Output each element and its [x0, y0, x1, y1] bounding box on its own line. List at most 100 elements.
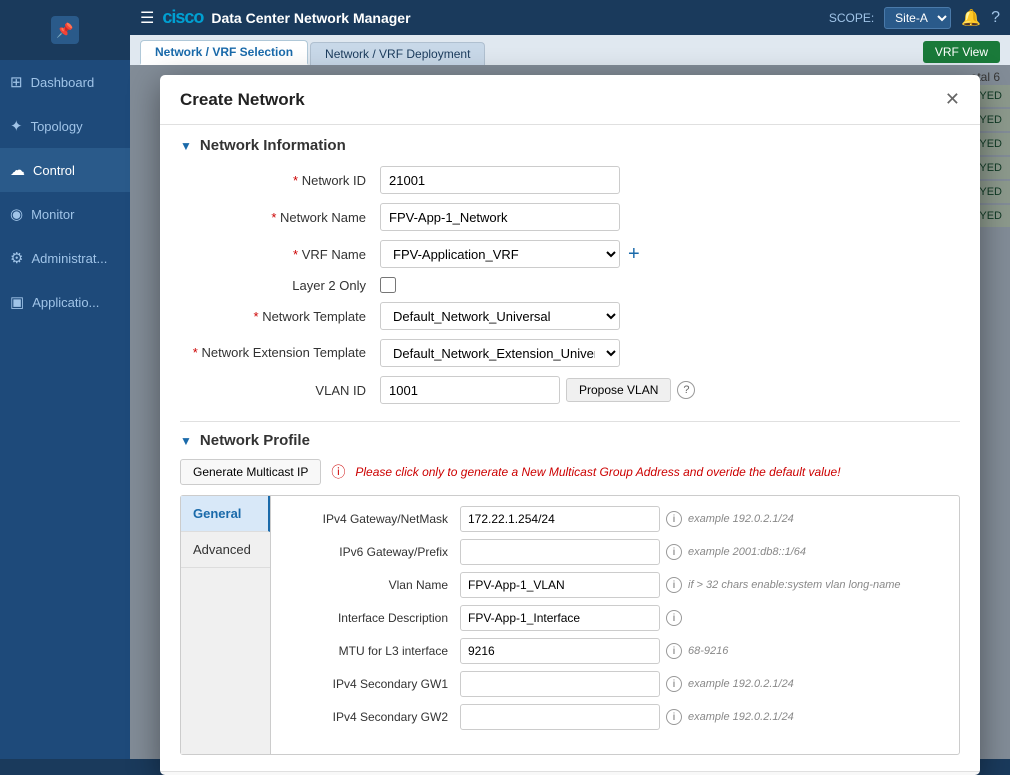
network-information-title: Network Information	[200, 137, 346, 154]
ipv4-gateway-info-icon[interactable]: i	[666, 511, 682, 527]
profile-tab-content: IPv4 Gateway/NetMask i example 192.0.2.1…	[271, 496, 959, 754]
ipv6-gateway-info-icon[interactable]: i	[666, 544, 682, 560]
network-extension-template-select[interactable]: Default_Network_Extension_Univer	[380, 339, 620, 367]
network-profile-title: Network Profile	[200, 432, 310, 449]
vlan-name-row: Vlan Name i if > 32 chars enable:system …	[285, 572, 945, 598]
app-title: Data Center Network Manager	[211, 10, 410, 26]
ipv6-gateway-row: IPv6 Gateway/Prefix i example 2001:db8::…	[285, 539, 945, 565]
warning-icon: ⓘ	[331, 462, 345, 482]
ipv4-secondary-gw1-label: IPv4 Secondary GW1	[285, 677, 460, 691]
hamburger-icon[interactable]: ☰	[140, 8, 154, 28]
vrf-name-label: * VRF Name	[180, 247, 380, 262]
vrf-name-select[interactable]: FPV-Application_VRF	[380, 240, 620, 268]
topbar: ☰ cisco Data Center Network Manager SCOP…	[130, 0, 1010, 35]
layer2-only-label: Layer 2 Only	[180, 278, 380, 293]
tab-network-vrf-deployment[interactable]: Network / VRF Deployment	[310, 42, 485, 65]
mtu-row: MTU for L3 interface i 68-9216	[285, 638, 945, 664]
vrf-name-select-wrap: FPV-Application_VRF +	[380, 240, 642, 268]
interface-description-input[interactable]	[460, 605, 660, 631]
ipv4-secondary-gw1-info-icon[interactable]: i	[666, 676, 682, 692]
layer2-only-checkbox[interactable]	[380, 277, 396, 293]
profile-tab-advanced[interactable]: Advanced	[181, 532, 270, 568]
interface-description-info-icon[interactable]: i	[666, 610, 682, 626]
vlan-id-wrap: Propose VLAN ?	[380, 376, 695, 404]
admin-icon: ⚙	[10, 249, 23, 267]
bell-icon[interactable]: 🔔	[961, 8, 981, 28]
sidebar-item-dashboard[interactable]: ⊞ Dashboard	[0, 60, 130, 104]
vlan-id-input[interactable]	[380, 376, 560, 404]
vlan-name-input[interactable]	[460, 572, 660, 598]
modal-footer: Create Network	[160, 771, 980, 775]
scope-select[interactable]: Site-A	[884, 7, 951, 29]
network-profile-header: ▼ Network Profile	[180, 432, 960, 449]
sidebar-item-applications[interactable]: ▣ Applicatio...	[0, 280, 130, 324]
modal-overlay: Create Network ✕ ▼ Network Information *…	[130, 65, 1010, 759]
sidebar-item-admin[interactable]: ⚙ Administrat...	[0, 236, 130, 280]
network-name-input[interactable]	[380, 203, 620, 231]
interface-description-label: Interface Description	[285, 611, 460, 625]
propose-vlan-button[interactable]: Propose VLAN	[566, 378, 671, 402]
dashboard-icon: ⊞	[10, 73, 23, 91]
profile-content: General Advanced IPv4 Gateway/NetMask i …	[180, 495, 960, 755]
ipv4-secondary-gw2-info-icon[interactable]: i	[666, 709, 682, 725]
ipv6-gateway-input[interactable]	[460, 539, 660, 565]
sidebar: 📌 ⊞ Dashboard ✦ Topology ☁ Control ◉ Mon…	[0, 0, 130, 759]
vrf-name-row: * VRF Name FPV-Application_VRF +	[180, 240, 960, 268]
network-profile-section: ▼ Network Profile Generate Multicast IP …	[160, 422, 980, 771]
ipv4-gateway-row: IPv4 Gateway/NetMask i example 192.0.2.1…	[285, 506, 945, 532]
network-template-select[interactable]: Default_Network_Universal	[380, 302, 620, 330]
sidebar-logo-area: 📌	[0, 0, 130, 60]
network-template-row: * Network Template Default_Network_Unive…	[180, 302, 960, 330]
modal-title: Create Network	[180, 90, 305, 110]
layer2-only-row: Layer 2 Only	[180, 277, 960, 293]
mtu-input[interactable]	[460, 638, 660, 664]
vlan-help-icon[interactable]: ?	[677, 381, 695, 399]
cisco-icon: cisco	[162, 7, 203, 28]
vlan-id-row: VLAN ID Propose VLAN ?	[180, 376, 960, 404]
modal: Create Network ✕ ▼ Network Information *…	[160, 75, 980, 775]
ipv4-gateway-label: IPv4 Gateway/NetMask	[285, 512, 460, 526]
profile-tab-general[interactable]: General	[181, 496, 270, 532]
mtu-label: MTU for L3 interface	[285, 644, 460, 658]
pin-icon: 📌	[51, 16, 79, 44]
sidebar-item-control[interactable]: ☁ Control	[0, 148, 130, 192]
vlan-name-hint: if > 32 chars enable:system vlan long-na…	[688, 579, 900, 591]
network-id-label: * Network ID	[180, 173, 380, 188]
help-icon[interactable]: ?	[991, 9, 1000, 27]
control-icon: ☁	[10, 161, 25, 179]
sidebar-item-monitor[interactable]: ◉ Monitor	[0, 192, 130, 236]
network-id-row: * Network ID	[180, 166, 960, 194]
ipv4-secondary-gw1-input[interactable]	[460, 671, 660, 697]
network-id-input[interactable]	[380, 166, 620, 194]
network-extension-template-label: * Network Extension Template	[180, 345, 380, 362]
topbar-right: SCOPE: Site-A 🔔 ?	[829, 7, 1000, 29]
monitor-icon: ◉	[10, 205, 23, 223]
applications-icon: ▣	[10, 293, 24, 311]
profile-tabs: General Advanced	[181, 496, 271, 754]
network-name-label: * Network Name	[180, 210, 380, 225]
mtu-info-icon[interactable]: i	[666, 643, 682, 659]
ipv4-gateway-input[interactable]	[460, 506, 660, 532]
profile-collapse-icon[interactable]: ▼	[180, 434, 192, 448]
sidebar-item-topology[interactable]: ✦ Topology	[0, 104, 130, 148]
vrf-view-button[interactable]: VRF View	[923, 41, 1000, 63]
network-information-section: ▼ Network Information * Network ID * Net…	[160, 125, 980, 421]
topology-icon: ✦	[10, 117, 23, 135]
ipv4-secondary-gw2-hint: example 192.0.2.1/24	[688, 711, 794, 723]
tab-network-vrf-selection[interactable]: Network / VRF Selection	[140, 40, 308, 65]
vlan-name-info-icon[interactable]: i	[666, 577, 682, 593]
ipv6-gateway-hint: example 2001:db8::1/64	[688, 546, 806, 558]
generate-multicast-row: Generate Multicast IP ⓘ Please click onl…	[180, 459, 960, 485]
ipv6-gateway-label: IPv6 Gateway/Prefix	[285, 545, 460, 559]
network-template-label: * Network Template	[180, 309, 380, 324]
ipv4-secondary-gw2-input[interactable]	[460, 704, 660, 730]
vrf-add-button[interactable]: +	[626, 243, 642, 266]
ipv4-secondary-gw2-label: IPv4 Secondary GW2	[285, 710, 460, 724]
mtu-hint: 68-9216	[688, 645, 728, 657]
cisco-logo: cisco	[162, 7, 203, 28]
generate-multicast-button[interactable]: Generate Multicast IP	[180, 459, 321, 485]
network-information-header: ▼ Network Information	[180, 137, 960, 154]
section-collapse-icon[interactable]: ▼	[180, 139, 192, 153]
scope-label: SCOPE:	[829, 11, 874, 25]
modal-close-button[interactable]: ✕	[945, 89, 960, 110]
